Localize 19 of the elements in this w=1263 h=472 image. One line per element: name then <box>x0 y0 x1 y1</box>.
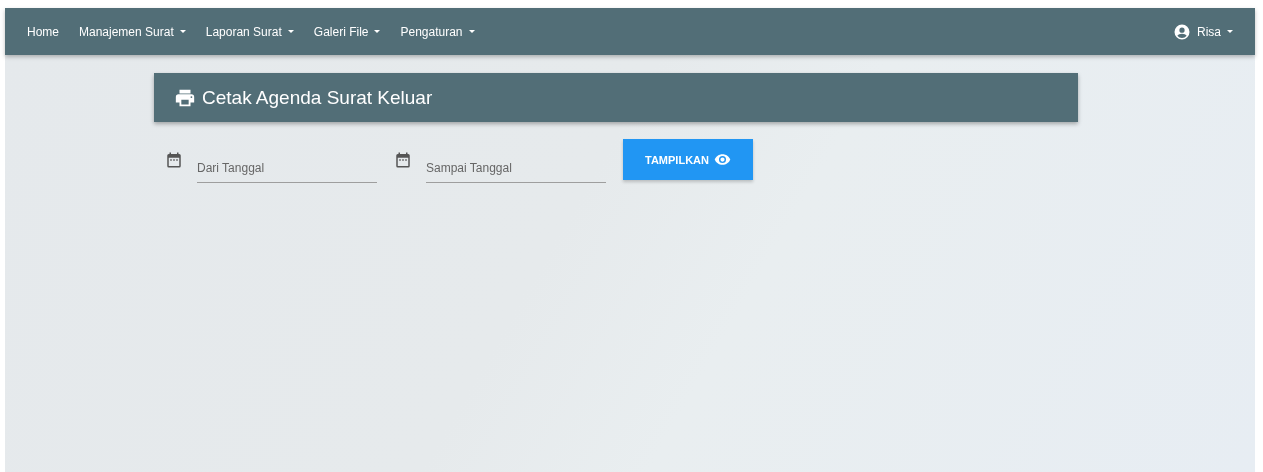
nav-link[interactable]: Manajemen Surat <box>69 24 196 39</box>
user-menu[interactable]: Risa <box>1163 22 1243 41</box>
page-title: Cetak Agenda Surat Keluar <box>202 86 433 109</box>
nav-link[interactable]: Pengaturan <box>390 24 485 39</box>
nav-link[interactable]: Home <box>17 24 69 39</box>
date-field[interactable]: Sampai Tanggal <box>426 151 606 183</box>
calendar-icon <box>165 151 183 169</box>
caret-icon <box>374 30 381 33</box>
caret-icon <box>1227 30 1233 33</box>
nav-link[interactable]: Laporan Surat <box>195 24 304 39</box>
caret-icon <box>287 30 294 33</box>
nav-link[interactable]: Galeri File <box>303 24 391 39</box>
date-field[interactable]: Dari Tanggal <box>197 151 377 183</box>
show-button[interactable]: TAMPILKAN <box>623 139 753 180</box>
calendar-icon <box>394 151 412 169</box>
user-avatar-icon <box>1173 22 1191 41</box>
caret-icon <box>468 30 475 33</box>
caret-icon <box>179 30 186 33</box>
eye-icon <box>714 151 731 168</box>
